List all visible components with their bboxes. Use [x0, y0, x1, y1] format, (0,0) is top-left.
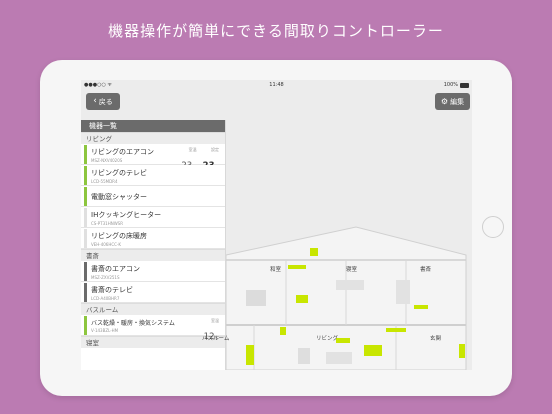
- status-bar-indicator: [84, 316, 87, 335]
- room-label-genkan[interactable]: 玄関: [430, 334, 441, 342]
- room-label-bathroom[interactable]: バスルーム: [202, 334, 229, 342]
- device-name: 書斎のテレビ: [91, 286, 133, 294]
- device-item[interactable]: バス乾燥・暖房・換気システム V-143BZL-HM 室温 12℃: [81, 315, 225, 342]
- back-button[interactable]: ‹ 戻る: [86, 93, 120, 110]
- app-screen: ●●●○○ ᯤ 11:48 100% ‹ 戻る ⚙ 編集 機器一覧 リビング リ…: [81, 80, 472, 370]
- status-bar-indicator: [84, 187, 87, 206]
- device-model: LCD-A40BHR7: [91, 296, 120, 301]
- gear-icon: ⚙: [440, 96, 449, 106]
- house-illustration: [226, 226, 467, 370]
- status-bar-indicator: [84, 262, 87, 281]
- device-model: LCD-55MDR4: [91, 179, 118, 184]
- battery-icon: [460, 82, 469, 88]
- floorplan: 和室 寝室 書斎 リビング 玄関 バスルーム: [202, 120, 472, 370]
- device-item[interactable]: 書斎のエアコン MSZ-ZXV251S: [81, 261, 225, 282]
- device-list: 機器一覧 リビング リビングのエアコン MSZ-NXV4020S 室温 23℃ …: [81, 120, 226, 370]
- device-list-header: 機器一覧: [81, 120, 225, 132]
- status-time: 11:48: [269, 82, 284, 88]
- room-label-shinshitsu[interactable]: 寝室: [346, 265, 357, 273]
- chevron-left-icon: ‹: [93, 96, 97, 106]
- device-item[interactable]: リビングのエアコン MSZ-NXV4020S 室温 23℃ 設定 23℃: [81, 144, 225, 171]
- tv-washitsu-icon[interactable]: [296, 295, 308, 303]
- status-bar: ●●●○○ ᯤ 11:48 100%: [81, 80, 472, 90]
- current-temp-label: 室温: [188, 147, 197, 152]
- battery-text: 100%: [443, 82, 458, 88]
- door-genkan-icon[interactable]: [459, 344, 465, 358]
- aircon-living-icon[interactable]: [386, 328, 406, 332]
- room-label-washitsu[interactable]: 和室: [270, 265, 281, 273]
- device-item[interactable]: IHクッキングヒーター CS-PT31HNWSR: [81, 207, 225, 228]
- room-label-shosai[interactable]: 書斎: [420, 265, 431, 273]
- device-name: 書斎のエアコン: [91, 265, 140, 273]
- device-name: リビングのテレビ: [91, 169, 147, 177]
- aircon-washitsu-icon[interactable]: [288, 265, 306, 269]
- section-header-living: リビング: [81, 132, 225, 144]
- home-button[interactable]: [482, 216, 504, 238]
- device-item[interactable]: リビングのテレビ LCD-55MDR4: [81, 165, 225, 186]
- status-bar-indicator: [84, 229, 87, 248]
- floor-indicator: [310, 248, 318, 256]
- lamp-icon[interactable]: [280, 327, 286, 335]
- room-label-living[interactable]: リビング: [316, 334, 338, 342]
- section-header-study: 書斎: [81, 249, 225, 261]
- device-item[interactable]: リビングの床暖房 VEH-406HCC-K: [81, 228, 225, 249]
- fridge-icon[interactable]: [246, 345, 254, 365]
- set-temp-label: 設定: [211, 147, 219, 152]
- edit-button[interactable]: ⚙ 編集: [435, 93, 470, 110]
- section-header-bathroom: バスルーム: [81, 303, 225, 315]
- tv-living-icon[interactable]: [364, 345, 382, 356]
- status-bar-indicator: [84, 145, 87, 164]
- device-model: VEH-406HCC-K: [91, 242, 122, 247]
- status-bar-indicator: [84, 208, 87, 227]
- back-button-label: 戻る: [98, 97, 113, 106]
- device-model: CS-PT31HNWSR: [91, 221, 123, 226]
- headline: 機器操作が簡単にできる間取りコントローラー: [108, 22, 444, 40]
- status-bar-indicator: [84, 283, 87, 302]
- device-item[interactable]: 電動窓シャッター: [81, 186, 225, 207]
- current-temp-label: 室温: [211, 318, 219, 323]
- edit-button-label: 編集: [450, 97, 465, 106]
- status-bar-indicator: [84, 166, 87, 185]
- device-name: リビングの床暖房: [91, 232, 147, 240]
- aircon-shosai-icon[interactable]: [414, 305, 428, 309]
- device-name: 電動窓シャッター: [91, 193, 147, 201]
- device-name: IHクッキングヒーター: [91, 211, 162, 219]
- device-model: MSZ-ZXV251S: [91, 275, 120, 280]
- device-item[interactable]: 書斎のテレビ LCD-A40BHR7: [81, 282, 225, 303]
- shutter-icon[interactable]: [336, 338, 350, 343]
